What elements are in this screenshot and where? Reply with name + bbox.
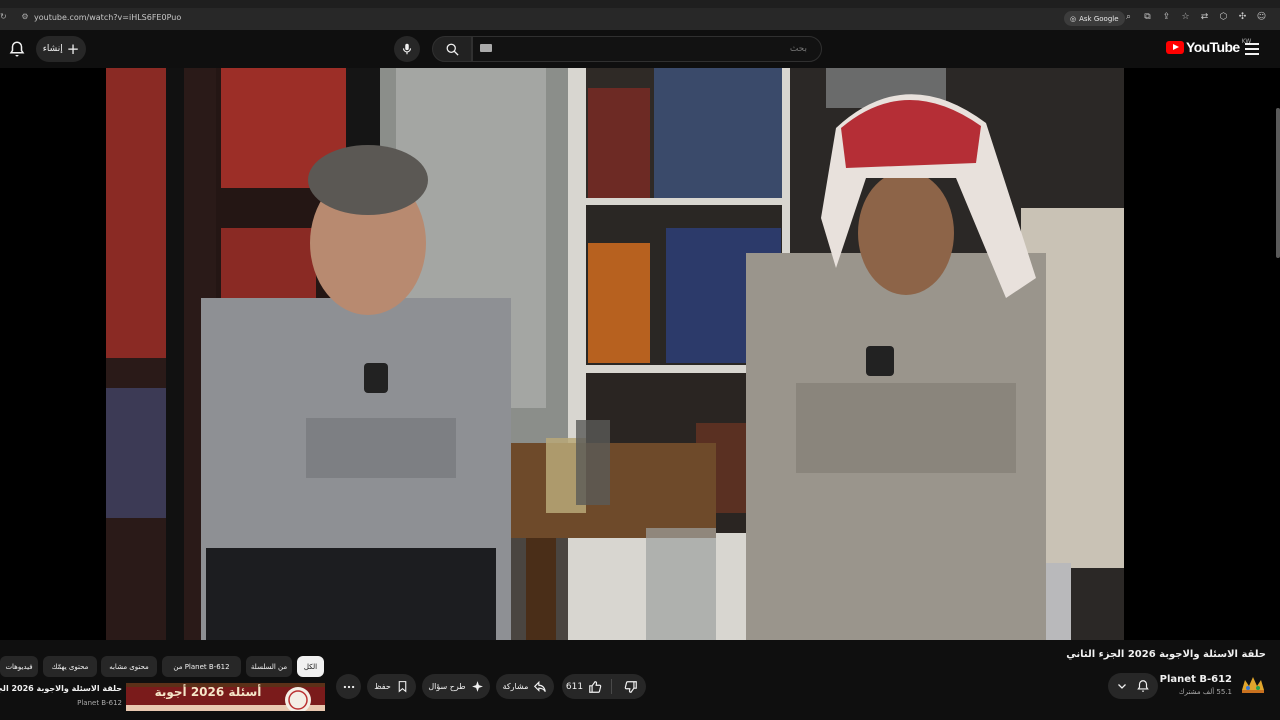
share-button[interactable]: مشاركة [496,674,554,699]
thumbs-up-icon [589,680,602,693]
hamburger-menu-icon[interactable] [1244,41,1260,57]
more-actions-button[interactable] [336,674,361,699]
recommended-video-title[interactable]: حلقة الاسئلة والاجوبة 2026 الجزء الثالث [0,684,122,693]
ask-label: طرح سؤال [428,682,466,691]
recommended-video-channel: Planet B-612 [77,699,122,707]
zoom-icon[interactable]: ⌕ [1122,11,1135,24]
translate-icon[interactable]: ⇄ [1198,11,1211,24]
save-button[interactable]: حفظ [367,674,416,699]
subscriber-count: 55.1 ألف مشترك [1178,688,1232,696]
recommended-video-thumbnail[interactable]: أسئلة 2026 أجوبة [126,683,325,711]
sparkle-icon [471,681,483,692]
like-button[interactable]: 611 [562,674,606,699]
chip-similar-content[interactable]: محتوى مشابه [101,656,157,677]
extensions-puzzle-icon[interactable]: ✣ [1236,11,1249,24]
dislike-button[interactable] [617,674,646,699]
browser-tab-strip [0,0,1280,8]
youtube-logo[interactable]: YouTube KW [1166,38,1251,55]
like-dislike-group: 611 [562,674,646,699]
install-app-icon[interactable]: ⧉ [1141,11,1154,24]
notifications-bell-icon[interactable] [8,40,26,58]
search-button[interactable] [432,36,472,62]
video-frame[interactable] [106,68,1124,640]
youtube-play-icon [1166,40,1184,54]
share-page-icon[interactable]: ⇪ [1160,11,1173,24]
channel-avatar[interactable] [1240,674,1266,694]
reload-icon[interactable]: ↻ [0,12,8,21]
save-label: حفظ [374,682,391,691]
google-lens-icon: ◎ [1070,14,1077,23]
ask-google-button[interactable]: ◎ Ask Google [1064,11,1125,26]
chip-all[interactable]: الكل [297,656,324,677]
thumbs-down-icon [625,680,638,693]
bell-icon [1137,680,1149,692]
page-scrollbar[interactable] [1276,108,1280,258]
voice-search-button[interactable] [394,36,420,62]
microphone-icon [402,43,412,55]
plus-icon: + [66,39,80,58]
subscribed-notifications-button[interactable] [1108,673,1158,699]
keyboard-icon[interactable] [480,44,492,52]
more-horizontal-icon [343,685,354,688]
create-button[interactable]: إنشاء + [36,36,86,62]
browser-address-bar: ↻ ⚙ youtube.com/watch?v=iHLS6FE0Puo ◎ As… [0,8,1280,30]
extension-icon[interactable]: ⬡ [1217,11,1230,24]
search-input[interactable] [472,36,822,62]
bookmark-star-icon[interactable]: ☆ [1179,11,1192,24]
youtube-header: إنشاء + YouTube KW [0,30,1280,68]
video-player[interactable] [0,68,1280,640]
ask-question-button[interactable]: طرح سؤال [422,674,490,699]
bookmark-icon [398,681,407,693]
profile-icon[interactable]: ☺ [1255,11,1268,24]
video-title: حلقة الاسئلة والاجوبة 2026 الجزء الثاني [1066,649,1266,660]
like-divider [611,679,612,694]
search-icon [446,43,459,56]
chip-from-channel[interactable]: من Planet B-612 [162,656,241,677]
recommended-thumb-text: أسئلة 2026 أجوبة [154,685,262,699]
ask-google-label: Ask Google [1079,14,1119,23]
video-scene-image [106,68,1124,640]
like-count: 611 [565,681,584,692]
logo-text: YouTube [1186,39,1240,55]
chip-interest-content[interactable]: محتوى يهمّك [43,656,97,677]
chip-from-series[interactable]: من السلسلة [246,656,292,677]
create-label: إنشاء [42,44,63,54]
share-label: مشاركة [502,682,529,691]
site-info-icon[interactable]: ⚙ [20,12,30,22]
chevron-down-icon [1118,684,1126,689]
share-arrow-icon [534,680,547,692]
chip-videos[interactable]: فيديوهات [0,656,38,677]
url-text[interactable]: youtube.com/watch?v=iHLS6FE0Puo [34,13,181,22]
channel-name[interactable]: Planet B-612 [1150,674,1232,685]
